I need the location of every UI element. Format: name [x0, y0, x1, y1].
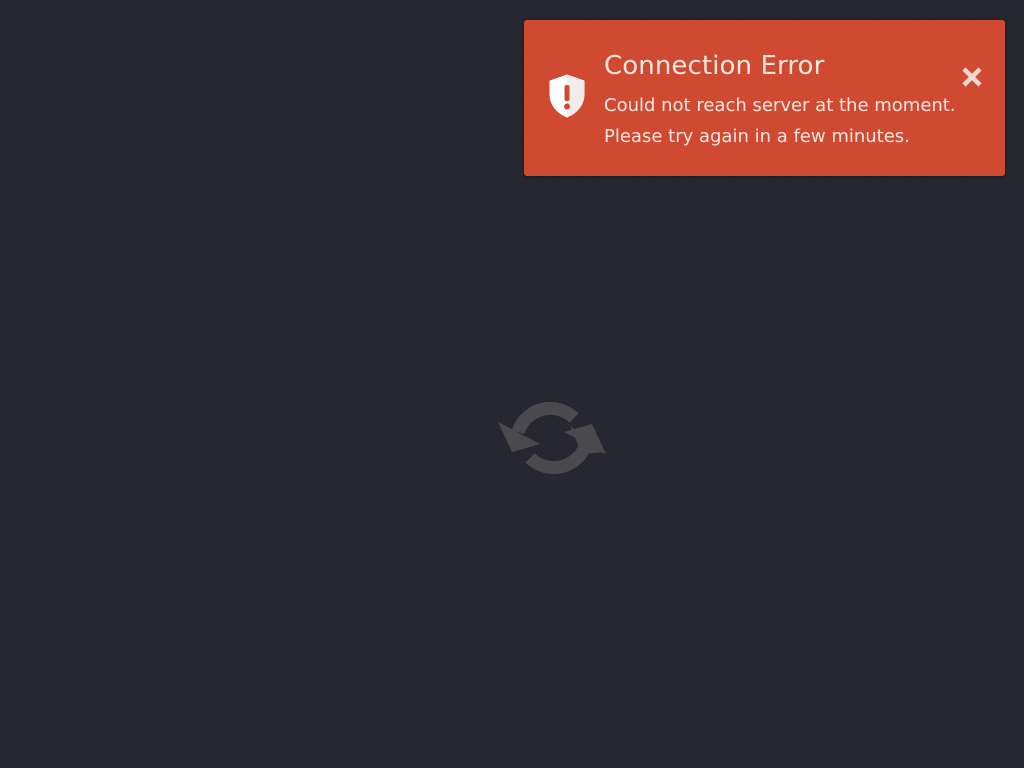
loading-spinner: [496, 392, 608, 484]
error-notification: Connection Error Could not reach server …: [524, 20, 1005, 176]
close-icon: [962, 67, 982, 87]
shield-exclamation-icon: [548, 74, 586, 118]
close-button[interactable]: [958, 63, 986, 91]
notification-title: Connection Error: [604, 51, 825, 81]
refresh-icon: [498, 401, 606, 475]
notification-message-line: Please try again in a few minutes.: [604, 126, 910, 147]
notification-message-line: Could not reach server at the moment.: [604, 95, 956, 116]
app-screen: Connection Error Could not reach server …: [0, 0, 1024, 768]
notification-message: Could not reach server at the moment. Pl…: [604, 90, 974, 152]
